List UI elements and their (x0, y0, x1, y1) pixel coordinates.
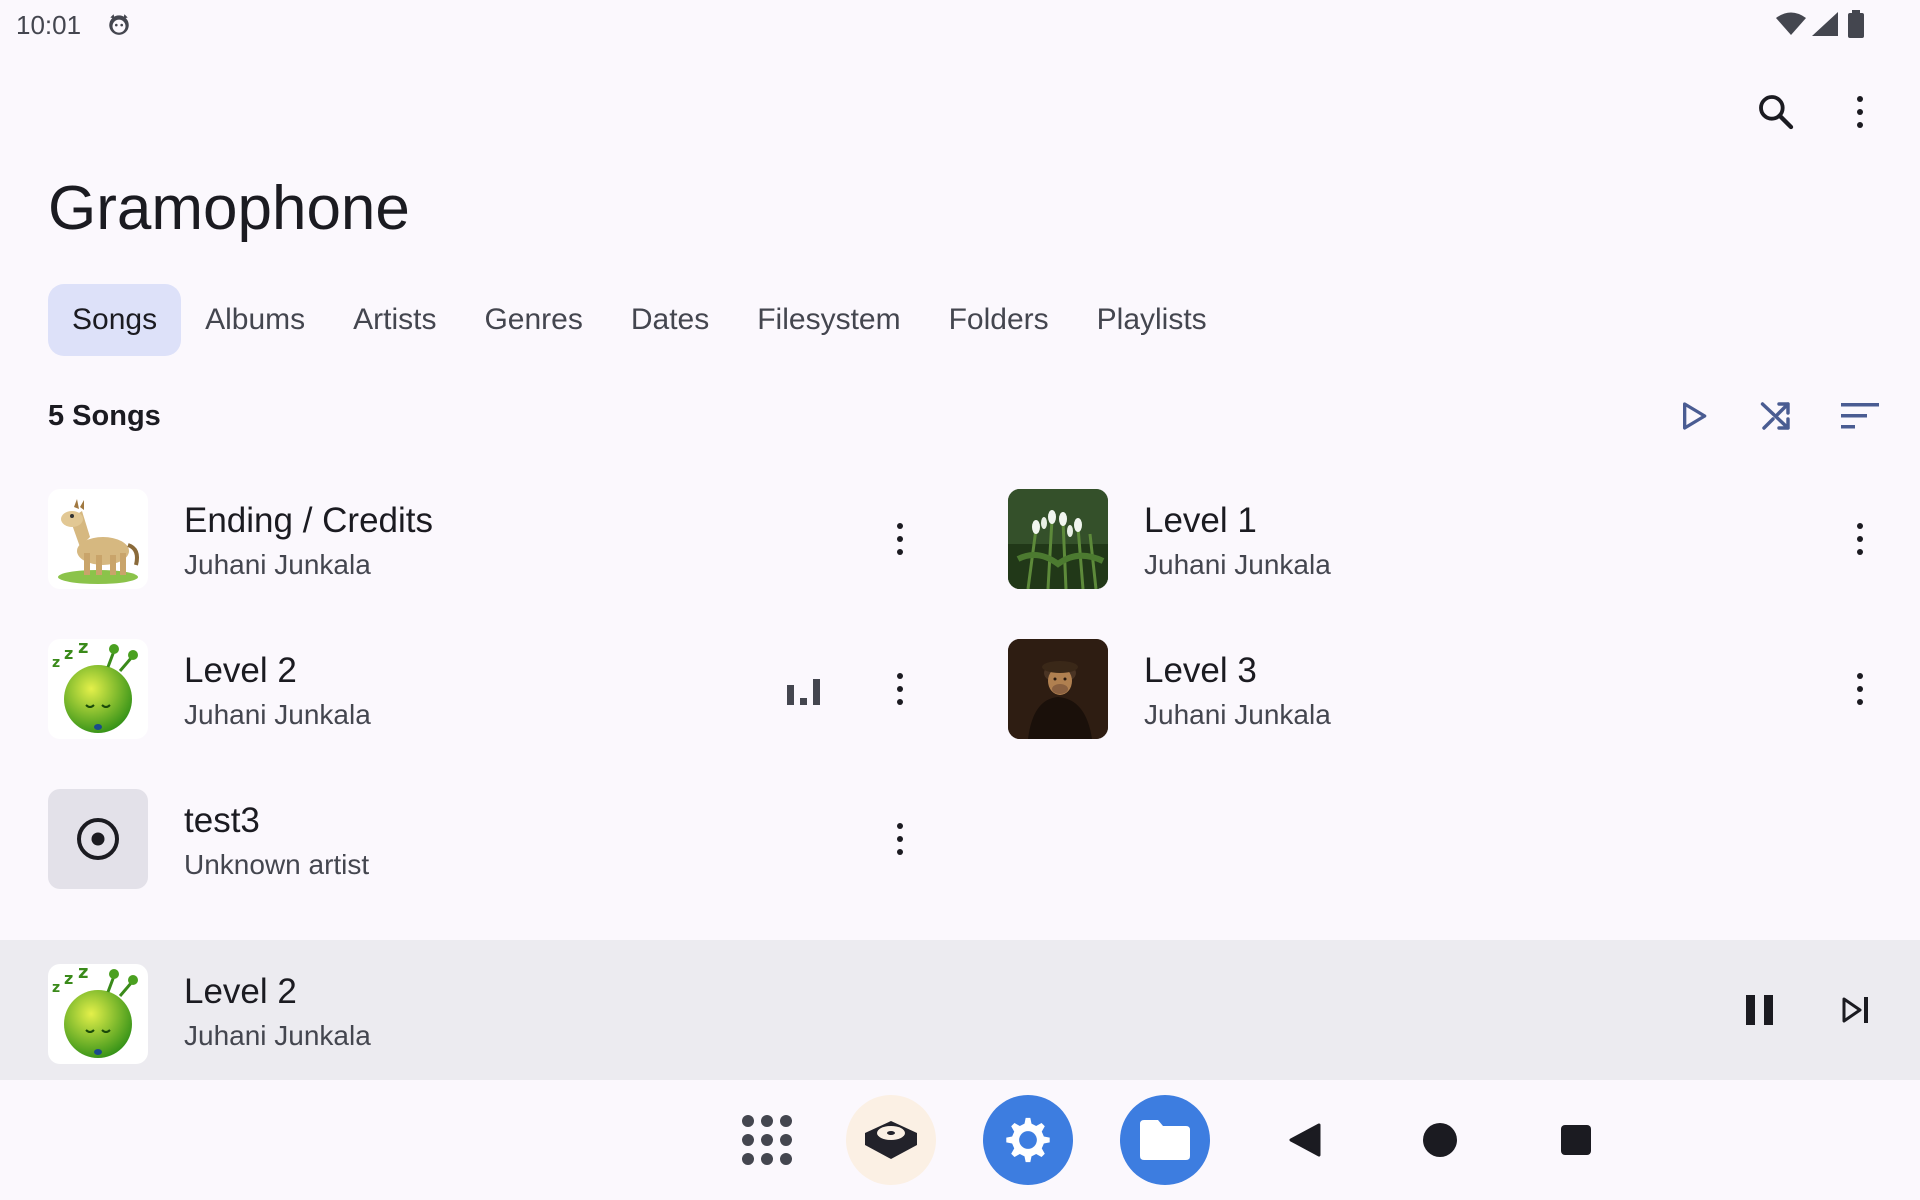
svg-text:z: z (78, 964, 88, 983)
cellular-signal-icon (1812, 12, 1838, 36)
tab-dates[interactable]: Dates (607, 284, 733, 356)
app-drawer-button[interactable] (722, 1095, 812, 1185)
album-art-placeholder (48, 789, 148, 889)
song-title: Ending / Credits (184, 501, 434, 540)
song-artist: Juhani Junkala (1144, 549, 1331, 580)
more-vert-icon (1857, 523, 1863, 555)
song-title: Level 2 (184, 651, 297, 690)
shuffle-icon (1760, 402, 1790, 430)
tab-filesystem[interactable]: Filesystem (733, 284, 924, 356)
song-more-button[interactable] (875, 799, 925, 879)
song-item[interactable]: Ending / Credits Juhani Junkala (48, 489, 928, 589)
now-playing-album-art: z z z (48, 964, 148, 1064)
search-button[interactable] (1746, 82, 1806, 142)
files-app-icon[interactable] (1120, 1095, 1210, 1185)
song-more-button[interactable] (875, 499, 925, 579)
sort-icon (1841, 403, 1879, 429)
pause-icon (1746, 995, 1773, 1025)
tab-folders[interactable]: Folders (925, 284, 1073, 356)
now-playing-bar[interactable]: z z z Level 2 Juhani Junkala (0, 940, 1920, 1080)
sort-button[interactable] (1830, 386, 1890, 446)
more-vert-icon (897, 823, 903, 855)
tab-albums[interactable]: Albums (181, 284, 329, 356)
song-item[interactable]: z z z Level 2 Juhani Junkala (48, 639, 928, 739)
tab-bar: Songs Albums Artists Genres Dates Filesy… (48, 284, 1231, 356)
battery-icon (1848, 10, 1864, 38)
play-outline-icon (1683, 402, 1707, 430)
song-item[interactable]: test3 Unknown artist (48, 789, 928, 889)
more-vert-icon (897, 523, 903, 555)
settings-app-icon[interactable] (983, 1095, 1073, 1185)
now-playing-artist: Juhani Junkala (184, 1020, 371, 1051)
album-art-snowdrops (1008, 489, 1108, 589)
svg-text:z: z (52, 655, 60, 671)
now-playing-title: Level 2 (184, 972, 297, 1011)
home-circle-icon (1423, 1123, 1457, 1157)
app-grid-icon (742, 1115, 792, 1165)
status-time: 10:01 (16, 10, 82, 40)
overflow-menu-button[interactable] (1830, 82, 1890, 142)
song-more-button[interactable] (1835, 499, 1885, 579)
song-artist: Unknown artist (184, 849, 370, 880)
search-icon (1759, 95, 1794, 130)
skip-next-icon (1842, 997, 1868, 1023)
back-button[interactable] (1260, 1095, 1350, 1185)
status-indicators (1776, 10, 1876, 40)
tab-genres[interactable]: Genres (460, 284, 606, 356)
more-vert-icon (1857, 96, 1863, 128)
song-more-button[interactable] (1835, 649, 1885, 729)
recents-button[interactable] (1531, 1095, 1621, 1185)
tab-playlists[interactable]: Playlists (1073, 284, 1231, 356)
song-title: test3 (184, 801, 260, 840)
skip-next-button[interactable] (1826, 980, 1886, 1040)
song-title: Level 3 (1144, 651, 1257, 690)
app-title: Gramophone (48, 174, 410, 243)
shuffle-button[interactable] (1746, 386, 1806, 446)
now-playing-equalizer-icon (787, 679, 820, 705)
svg-text:z: z (52, 980, 60, 996)
svg-text:z: z (64, 969, 73, 988)
song-artist: Juhani Junkala (1144, 699, 1331, 730)
svg-text:z: z (78, 639, 88, 658)
song-artist: Juhani Junkala (184, 549, 371, 580)
wifi-icon (1776, 12, 1806, 35)
song-item[interactable]: Level 3 Juhani Junkala (1008, 639, 1888, 739)
more-vert-icon (897, 673, 903, 705)
song-count: 5 Songs (48, 400, 161, 432)
tab-artists[interactable]: Artists (329, 284, 460, 356)
more-vert-icon (1857, 673, 1863, 705)
notification-cat-icon (109, 14, 129, 35)
home-button[interactable] (1395, 1095, 1485, 1185)
song-item[interactable]: Level 1 Juhani Junkala (1008, 489, 1888, 589)
tab-songs[interactable]: Songs (48, 284, 182, 356)
song-more-button[interactable] (875, 649, 925, 729)
disc-icon (77, 818, 119, 860)
folder-icon (1140, 1120, 1190, 1160)
album-art-sleepy-alien: z z z (48, 639, 148, 739)
pause-button[interactable] (1730, 980, 1790, 1040)
system-navigation-bar (0, 1080, 1920, 1200)
back-triangle-icon (1289, 1123, 1321, 1157)
gramophone-app-icon[interactable] (846, 1095, 936, 1185)
recents-square-icon (1561, 1125, 1591, 1155)
song-title: Level 1 (1144, 501, 1257, 540)
svg-text:z: z (64, 644, 73, 663)
album-art-horse (48, 489, 148, 589)
play-all-button[interactable] (1664, 386, 1724, 446)
song-artist: Juhani Junkala (184, 699, 371, 730)
album-art-portrait (1008, 639, 1108, 739)
gear-icon (1006, 1117, 1050, 1163)
